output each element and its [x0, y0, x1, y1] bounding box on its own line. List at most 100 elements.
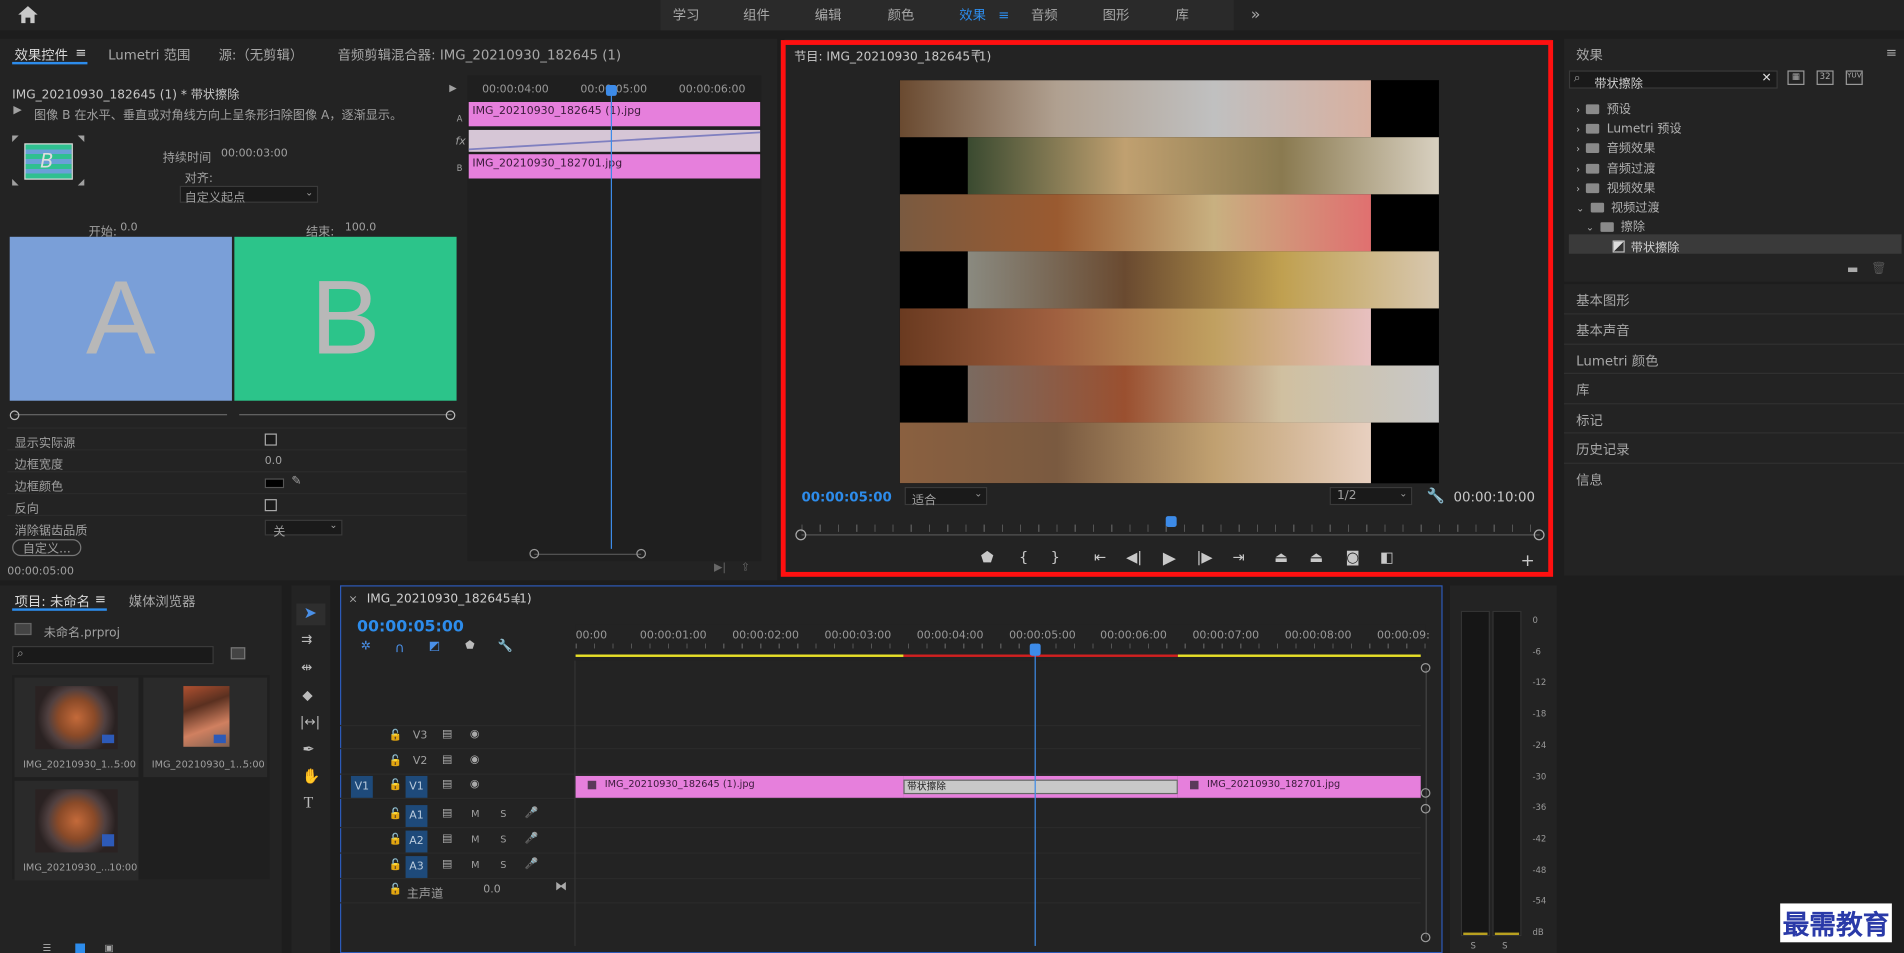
- vscroll-handle-bottom[interactable]: [1420, 932, 1431, 943]
- panel-lumetri-color[interactable]: Lumetri 颜色: [1576, 351, 1658, 370]
- slip-tool-icon[interactable]: |↔|: [300, 714, 320, 730]
- mic-icon[interactable]: 🎤: [525, 859, 539, 871]
- track-select-tool-icon[interactable]: ⇉: [301, 631, 312, 647]
- workspace-menu-icon[interactable]: ≡: [998, 0, 1009, 30]
- solo-button[interactable]: S: [500, 809, 506, 820]
- border-color-swatch[interactable]: [264, 478, 285, 489]
- vscroll-handle-top[interactable]: [1420, 663, 1431, 673]
- comparison-view-icon[interactable]: ◧: [1377, 549, 1396, 566]
- end-slider-handle[interactable]: [445, 410, 456, 421]
- sync-lock-icon[interactable]: ▤: [442, 754, 452, 766]
- resolution-select[interactable]: 1/2 ⌄: [1329, 486, 1413, 506]
- project-search-input[interactable]: ⌕: [12, 646, 214, 665]
- solo-button[interactable]: S: [500, 860, 506, 871]
- clip-a-bar[interactable]: IMG_20210930_182645 (1).jpg: [468, 102, 761, 127]
- extract-icon[interactable]: ⏏: [1307, 549, 1326, 566]
- align-select[interactable]: 自定义起点 ⌄: [179, 185, 319, 205]
- meter-solo-right[interactable]: S: [1502, 941, 1507, 951]
- 32bit-effects-icon[interactable]: 32: [1816, 70, 1834, 86]
- go-to-in-icon[interactable]: ⇤: [1090, 549, 1109, 566]
- workspace-effects[interactable]: 效果: [959, 0, 986, 30]
- razor-tool-icon[interactable]: ◆: [302, 687, 312, 703]
- mini-zoom-scroll[interactable]: [534, 553, 642, 555]
- lock-icon[interactable]: 🔓: [389, 730, 403, 742]
- fit-select[interactable]: 适合 ⌄: [904, 486, 988, 508]
- solo-button[interactable]: S: [500, 834, 506, 845]
- new-bin-icon[interactable]: ▬: [1847, 264, 1858, 277]
- mic-icon[interactable]: 🎤: [525, 833, 539, 845]
- panel-essential-graphics[interactable]: 基本图形: [1576, 290, 1629, 309]
- selection-tool-icon[interactable]: ➤: [304, 605, 317, 623]
- workspace-edit[interactable]: 编辑: [815, 0, 842, 30]
- lock-icon[interactable]: 🔓: [389, 755, 403, 767]
- end-value[interactable]: 100.0: [345, 222, 376, 234]
- home-icon[interactable]: [17, 5, 39, 24]
- project-item[interactable]: IMG_20210930_1... 5:00: [14, 677, 139, 778]
- clip-b-bar[interactable]: IMG_20210930_182701.jpg: [468, 154, 761, 179]
- corner-selector-ne-icon[interactable]: ◥: [78, 134, 85, 144]
- play-transition-icon[interactable]: ▶: [13, 104, 21, 116]
- start-slider[interactable]: [14, 414, 228, 416]
- lock-icon[interactable]: 🔓: [389, 780, 403, 792]
- timeline-playhead-head[interactable]: [1029, 643, 1041, 656]
- meter-solo-left[interactable]: S: [1471, 941, 1476, 951]
- source-patch-v1[interactable]: V1: [350, 775, 373, 798]
- workspace-audio[interactable]: 音频: [1031, 0, 1058, 30]
- icon-view-icon[interactable]: [75, 943, 86, 953]
- new-bin-icon[interactable]: [230, 647, 246, 660]
- add-marker-icon[interactable]: ⬟: [978, 549, 997, 566]
- antialias-select[interactable]: 关 ⌄: [264, 519, 343, 539]
- eye-icon[interactable]: ◉: [470, 729, 480, 741]
- border-width-value[interactable]: 0.0: [265, 455, 282, 467]
- track-target-a1[interactable]: A1: [405, 805, 428, 827]
- workspace-color[interactable]: 颜色: [888, 0, 915, 30]
- end-slider[interactable]: [239, 414, 452, 416]
- timeline-clip-1[interactable]: IMG_20210930_182645 (1).jpg: [575, 775, 904, 798]
- program-scrub-bar[interactable]: [801, 534, 1540, 536]
- duration-value[interactable]: 00:00:03:00: [221, 148, 288, 160]
- workspace-assembly[interactable]: 组件: [743, 0, 770, 30]
- pen-tool-icon[interactable]: ✒: [302, 741, 314, 758]
- add-button-icon[interactable]: +: [1518, 551, 1537, 570]
- start-slider-handle[interactable]: [9, 410, 20, 421]
- wrench-icon[interactable]: 🔧: [1427, 487, 1445, 504]
- timeline-timecode[interactable]: 00:00:05:00: [357, 618, 464, 636]
- mute-button[interactable]: M: [471, 860, 479, 871]
- panel-menu-icon[interactable]: ≡: [510, 591, 521, 607]
- eyedropper-icon[interactable]: ✎: [291, 475, 301, 488]
- start-value[interactable]: 0.0: [120, 222, 137, 234]
- transition-bar[interactable]: [468, 129, 761, 152]
- freeform-view-icon[interactable]: ▣: [104, 942, 113, 953]
- clear-search-icon[interactable]: ✕: [1761, 72, 1771, 85]
- track-target-v1[interactable]: V1: [405, 775, 428, 798]
- project-item[interactable]: IMG_20210930_... 10:00: [14, 780, 139, 881]
- corner-selector-nw-icon[interactable]: ◤: [12, 134, 19, 144]
- tree-item-video-transitions[interactable]: ⌄ 视频过渡: [1576, 197, 1659, 215]
- play-icon[interactable]: ▶: [1160, 549, 1179, 568]
- accelerated-effects-icon[interactable]: ▦: [1787, 70, 1805, 86]
- timeline-playhead[interactable]: [1034, 643, 1036, 946]
- tab-menu-icon[interactable]: ≡: [75, 45, 86, 61]
- tree-item-lumetri-presets[interactable]: › Lumetri 预设: [1576, 118, 1681, 136]
- corner-selector-se-icon[interactable]: ◢: [78, 177, 85, 187]
- sync-lock-icon[interactable]: ▤: [442, 833, 452, 845]
- list-view-icon[interactable]: ☰: [43, 942, 52, 953]
- workspace-graphics[interactable]: 图形: [1103, 0, 1130, 30]
- tree-item-video-effects[interactable]: › 视频效果: [1576, 177, 1655, 195]
- snap-icon[interactable]: ∩: [395, 640, 405, 656]
- tree-item-band-wipe[interactable]: 带状擦除: [1612, 237, 1679, 255]
- eye-icon[interactable]: ◉: [470, 778, 480, 790]
- workspace-learn[interactable]: 学习: [673, 0, 700, 30]
- ripple-edit-tool-icon[interactable]: ⇹: [301, 659, 312, 675]
- vertical-scroll[interactable]: [1425, 667, 1427, 938]
- timeline-clip-2[interactable]: IMG_20210930_182701.jpg: [1177, 775, 1421, 798]
- tab-source[interactable]: 源:（无剪辑）: [219, 45, 304, 64]
- panel-menu-icon[interactable]: ≡: [970, 45, 981, 61]
- type-tool-icon[interactable]: T: [304, 793, 314, 812]
- export-frame-icon[interactable]: ◙: [1343, 549, 1362, 566]
- go-to-ends-icon[interactable]: ⧓: [555, 880, 567, 893]
- panel-essential-sound[interactable]: 基本声音: [1576, 321, 1629, 340]
- tab-lumetri-scopes[interactable]: Lumetri 范围: [108, 45, 190, 64]
- mini-zoom-handle-left[interactable]: [529, 548, 540, 559]
- master-value[interactable]: 0.0: [483, 884, 500, 896]
